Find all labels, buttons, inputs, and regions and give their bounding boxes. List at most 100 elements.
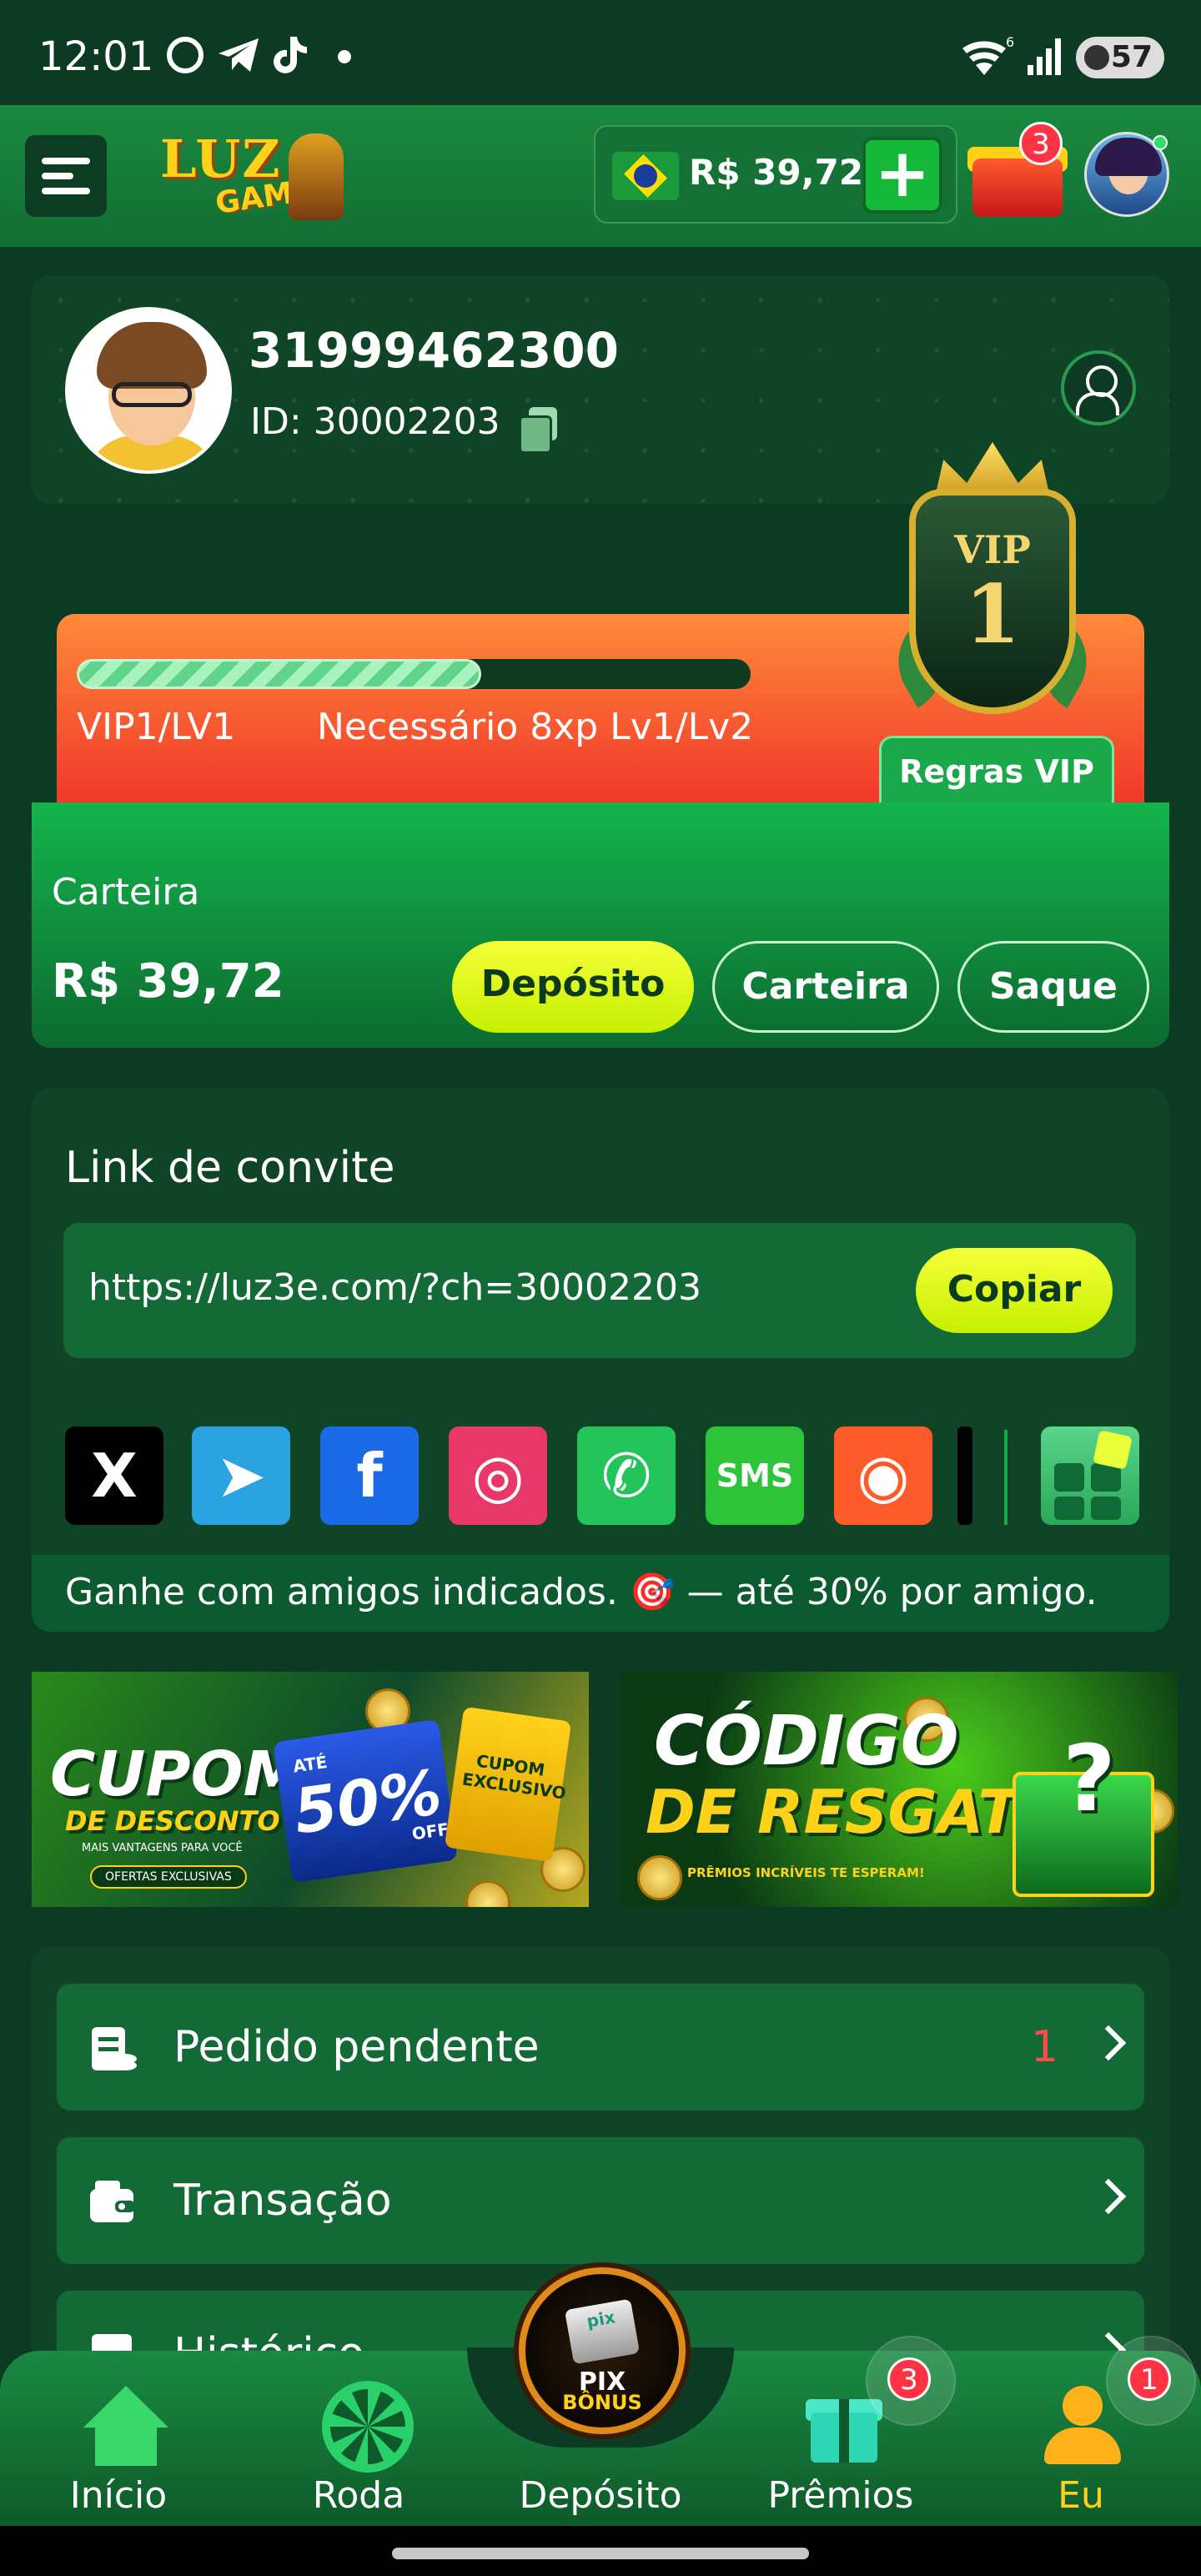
redeem-small-text: PRÊMIOS INCRÍVEIS TE ESPERAM! <box>687 1865 925 1880</box>
coupon-title: CUPOM <box>50 1738 305 1810</box>
wallet-title: Carteira <box>52 871 200 913</box>
invite-url[interactable]: https://luz3e.com/?ch=30002203 <box>88 1266 701 1309</box>
header-balance[interactable]: R$ 39,72 + <box>594 125 957 224</box>
logo-mascot-icon <box>289 133 344 220</box>
status-time: 12:01 <box>38 33 154 80</box>
invite-footer-text: Ganhe com amigos indicados. 🎯 — até 30% … <box>65 1571 1098 1613</box>
nav-wheel[interactable]: Roda <box>259 2351 459 2526</box>
vip-level-text: VIP1/LV1 <box>77 706 236 748</box>
wallet-button[interactable]: Carteira <box>712 941 939 1033</box>
vip-badge-icon: VIP 1 <box>880 442 1105 727</box>
vip-rules-button[interactable]: Regras VIP <box>879 736 1114 804</box>
pix-bonus-label: BÔNUS <box>562 2391 642 2414</box>
copy-link-button[interactable]: Copiar <box>916 1248 1113 1333</box>
coupon-ticket-text: CUPOM EXCLUSIVO <box>460 1750 568 1804</box>
deposit-button[interactable]: Depósito <box>452 941 694 1033</box>
x-icon[interactable]: X <box>65 1426 163 1525</box>
tiktok-icon <box>274 37 307 73</box>
wallet-icon <box>90 2181 135 2222</box>
nav-label: Roda <box>312 2474 405 2517</box>
invite-footer: Ganhe com amigos indicados. 🎯 — até 30% … <box>32 1555 1169 1632</box>
battery-level: 57 <box>1110 40 1153 74</box>
facebook-icon-glyph: f <box>356 1441 383 1511</box>
signal-icon <box>1028 38 1061 75</box>
wifi-icon: 6 <box>962 35 1014 75</box>
whatsapp-icon[interactable]: ✆ <box>577 1426 676 1525</box>
facebook-icon[interactable]: f <box>320 1426 419 1525</box>
profile-avatar[interactable] <box>65 307 232 474</box>
battery-indicator: 57 <box>1076 37 1164 78</box>
kwai-icon[interactable]: ◉ <box>834 1426 932 1525</box>
telegram-icon-glyph: ➤ <box>215 1441 267 1511</box>
vip-badge-level: 1 <box>964 567 1021 662</box>
coupon-small-text: MAIS VANTAGENS PARA VOCÊ <box>82 1842 243 1854</box>
menu-item-transaction[interactable]: Transação <box>57 2137 1144 2264</box>
sms-icon[interactable]: SMS <box>706 1426 804 1525</box>
vip-badge-label: VIP <box>954 527 1031 572</box>
wifi-label: 6 <box>1006 35 1014 50</box>
menu-line <box>42 173 73 179</box>
pix-ticket-icon: pix <box>564 2298 641 2365</box>
header-balance-amount: R$ 39,72 <box>689 152 864 193</box>
invite-card: Link de convite https://luz3e.com/?ch=30… <box>32 1088 1169 1632</box>
luz-games-logo[interactable]: LUZ GAMES <box>157 128 349 225</box>
whatsapp-icon-glyph: ✆ <box>600 1441 652 1511</box>
gift-box <box>972 158 1063 217</box>
pix-bonus-button[interactable]: pix PIX BÔNUS <box>519 2267 686 2434</box>
sms-icon-glyph: SMS <box>716 1457 794 1494</box>
share-divider <box>1004 1430 1008 1525</box>
menu-button[interactable] <box>25 135 107 217</box>
withdraw-button[interactable]: Saque <box>957 941 1149 1033</box>
instagram-icon-glyph: ◎ <box>471 1441 525 1511</box>
wallet-amount: R$ 39,72 <box>52 954 284 1009</box>
instagram-icon[interactable]: ◎ <box>449 1426 547 1525</box>
notification-dot <box>338 50 351 63</box>
edit-profile-icon[interactable] <box>1061 350 1136 425</box>
prizes-badge: 3 <box>887 2357 931 2401</box>
more-apps-icon[interactable] <box>1041 1426 1139 1525</box>
menu-item-label: Transação <box>173 2176 392 2226</box>
menu-item-label: Pedido pendente <box>173 2022 540 2072</box>
app-tile <box>1091 1497 1121 1520</box>
invite-title: Link de convite <box>65 1143 395 1193</box>
telegram-icon <box>219 38 259 72</box>
coin-icon <box>637 1855 682 1900</box>
kwai-icon-glyph: ◉ <box>857 1441 910 1511</box>
share-more-edge[interactable] <box>957 1426 972 1525</box>
menu-line <box>42 158 90 164</box>
vip-progress-fill <box>77 659 481 689</box>
wheel-icon <box>322 2381 414 2473</box>
discount-coupon-banner[interactable]: CUPOM DE DESCONTO MAIS VANTAGENS PARA VO… <box>32 1672 589 1907</box>
online-status-dot <box>1153 135 1168 150</box>
vip-requirement-text: Necessário 8xp Lv1/Lv2 <box>317 706 754 748</box>
menu-line <box>42 188 90 194</box>
me-badge: 1 <box>1128 2357 1171 2401</box>
user-body <box>1044 2428 1121 2464</box>
nav-label: Prêmios <box>767 2474 914 2517</box>
coin-icon <box>465 1880 510 1907</box>
chevron-right-icon <box>1090 2025 1127 2061</box>
gesture-handle[interactable] <box>392 2548 809 2559</box>
add-funds-button[interactable]: + <box>862 137 942 214</box>
avatar-hair <box>97 322 207 389</box>
clipboard-icon <box>92 2027 137 2070</box>
profile-id: ID: 30002203 <box>250 400 500 443</box>
x-icon-glyph: X <box>91 1441 138 1511</box>
app-tile <box>1054 1497 1084 1520</box>
telegram-icon[interactable]: ➤ <box>192 1426 290 1525</box>
vip-progress-bar <box>77 659 751 689</box>
avatar-glasses <box>112 382 192 407</box>
gift-ribbon <box>839 2399 849 2463</box>
pending-count: 1 <box>1031 2022 1059 2072</box>
copy-id-icon[interactable] <box>519 407 557 454</box>
redeem-subtitle: DE RESGATE <box>646 1777 1060 1847</box>
brazil-flag-icon <box>612 152 679 200</box>
redeem-code-banner[interactable]: CÓDIGO DE RESGATE PRÊMIOS INCRÍVEIS TE E… <box>621 1672 1178 1907</box>
user-head <box>1063 2386 1103 2426</box>
gift-box-icon: ? <box>1013 1725 1154 1897</box>
nav-label: Eu <box>1058 2474 1104 2517</box>
nav-home[interactable]: Início <box>18 2351 219 2526</box>
coupon-pill: OFERTAS EXCLUSIVAS <box>90 1865 247 1889</box>
menu-item-pending-order[interactable]: Pedido pendente 1 <box>57 1984 1144 2111</box>
coupon-off: OFF <box>410 1819 450 1844</box>
